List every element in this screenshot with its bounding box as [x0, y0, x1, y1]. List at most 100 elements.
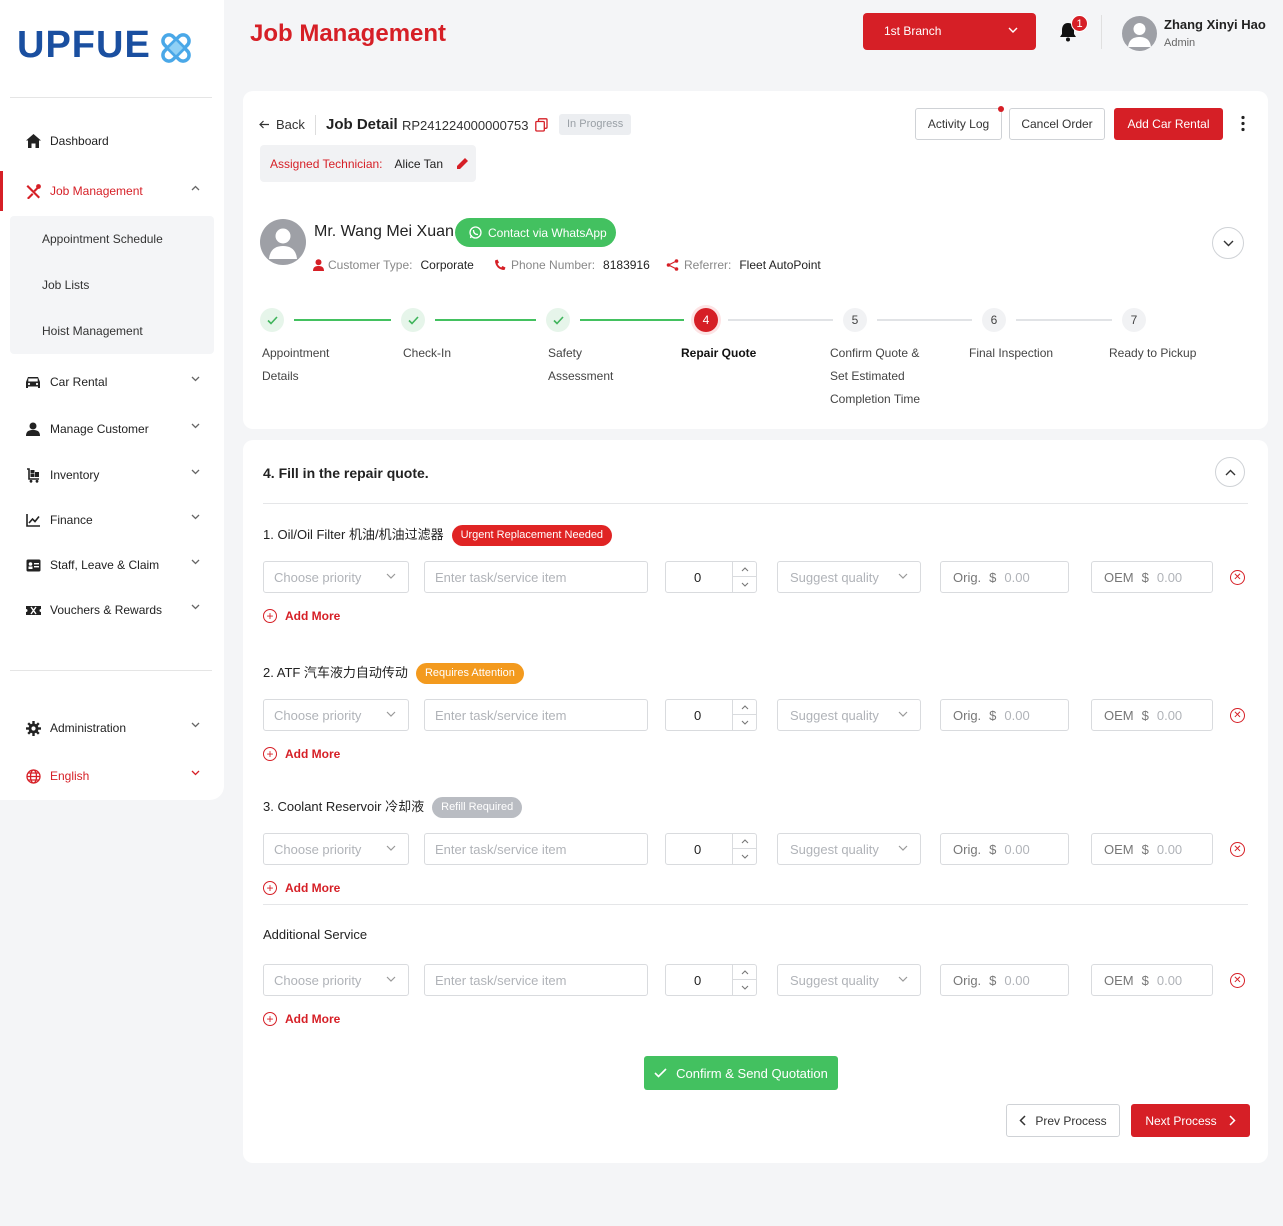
priority-select[interactable]: Choose priority [263, 833, 409, 865]
add-car-rental-button[interactable]: Add Car Rental [1114, 108, 1223, 140]
quantity-spinner[interactable] [732, 834, 756, 864]
quantity-spinner[interactable] [732, 700, 756, 730]
customer-name: Mr. Wang Mei Xuan [314, 223, 454, 240]
step-5-indicator[interactable]: 5 [843, 308, 867, 332]
quantity-stepper[interactable]: 0 [665, 561, 757, 593]
task-service-input[interactable]: Enter task/service item [424, 964, 648, 996]
chevron-down-icon [898, 976, 908, 982]
remove-item-icon[interactable]: ✕ [1230, 708, 1245, 723]
sidebar-item-language[interactable]: English [0, 756, 214, 796]
quality-select[interactable]: Suggest quality [777, 699, 921, 731]
add-more-button[interactable]: + Add More [263, 747, 340, 761]
orig-price-input[interactable]: Orig. $0.00 [940, 964, 1069, 996]
submenu-job-lists[interactable]: Job Lists [42, 278, 89, 292]
decrement-icon[interactable] [733, 849, 756, 864]
remove-item-icon[interactable]: ✕ [1230, 973, 1245, 988]
add-more-button[interactable]: + Add More [263, 881, 340, 895]
quantity-spinner[interactable] [732, 562, 756, 592]
expand-customer-button[interactable] [1212, 227, 1244, 259]
quantity-spinner[interactable] [732, 965, 756, 995]
copy-icon[interactable] [535, 118, 548, 132]
section-status-tag: Urgent Replacement Needed [451, 525, 613, 547]
quality-select[interactable]: Suggest quality [777, 561, 921, 593]
collapse-quote-button[interactable] [1215, 457, 1245, 487]
next-process-button[interactable]: Next Process [1131, 1104, 1250, 1137]
orig-price-input[interactable]: Orig. $0.00 [940, 699, 1069, 731]
sidebar-item-staff-leave-claim[interactable]: Staff, Leave & Claim [0, 545, 214, 585]
prev-process-label: Prev Process [1035, 1113, 1107, 1128]
quality-select[interactable]: Suggest quality [777, 833, 921, 865]
task-service-input[interactable]: Enter task/service item [424, 833, 648, 865]
section-status-tag: Refill Required [432, 797, 523, 819]
currency-symbol: $ [989, 972, 997, 988]
add-more-label: Add More [285, 609, 341, 623]
quantity-stepper[interactable]: 0 [665, 964, 757, 996]
step-3-indicator[interactable] [546, 308, 570, 332]
oem-price-input[interactable]: OEM $0.00 [1091, 964, 1213, 996]
oem-price-input[interactable]: OEM $0.00 [1091, 561, 1213, 593]
sidebar-item-finance[interactable]: Finance [0, 500, 214, 540]
decrement-icon[interactable] [733, 980, 756, 995]
confirm-send-quotation-button[interactable]: Confirm & Send Quotation [644, 1056, 838, 1090]
increment-icon[interactable] [733, 700, 756, 715]
prev-process-button[interactable]: Prev Process [1006, 1104, 1120, 1137]
currency-symbol: $ [1141, 841, 1149, 857]
check-icon [552, 315, 564, 325]
submenu-appointment-schedule[interactable]: Appointment Schedule [42, 232, 163, 246]
increment-icon[interactable] [733, 834, 756, 849]
quantity-value: 0 [694, 569, 702, 585]
quality-select[interactable]: Suggest quality [777, 964, 921, 996]
quantity-value: 0 [694, 707, 702, 723]
sidebar-item-dashboard[interactable]: Dashboard [0, 121, 214, 161]
step-label-line: Appointment [262, 346, 330, 360]
increment-icon[interactable] [733, 965, 756, 980]
decrement-icon[interactable] [733, 577, 756, 592]
whatsapp-label: Contact via WhatsApp [488, 225, 607, 240]
increment-icon[interactable] [733, 562, 756, 577]
submenu-hoist-management[interactable]: Hoist Management [42, 324, 143, 338]
sidebar-item-label: Car Rental [50, 375, 108, 389]
task-service-input[interactable]: Enter task/service item [424, 699, 648, 731]
branch-select[interactable]: 1st Branch [863, 13, 1036, 50]
remove-item-icon[interactable]: ✕ [1230, 842, 1245, 857]
sidebar-item-job-management[interactable]: Job Management [0, 171, 214, 211]
back-link[interactable]: Back [259, 117, 305, 132]
task-service-input[interactable]: Enter task/service item [424, 561, 648, 593]
sidebar-item-inventory[interactable]: Inventory [0, 455, 214, 495]
add-more-button[interactable]: + Add More [263, 609, 340, 623]
orig-price-input[interactable]: Orig. $0.00 [940, 833, 1069, 865]
step-connector [728, 319, 833, 321]
user-avatar[interactable] [1122, 16, 1157, 51]
oem-price-placeholder: 0.00 [1156, 707, 1183, 723]
step-4-indicator[interactable]: 4 [694, 308, 718, 332]
sidebar-item-car-rental[interactable]: Car Rental [0, 362, 214, 402]
remove-item-icon[interactable]: ✕ [1230, 570, 1245, 585]
edit-pencil-icon[interactable] [456, 157, 469, 170]
orig-price-input[interactable]: Orig. $0.00 [940, 561, 1069, 593]
step-6-indicator[interactable]: 6 [982, 308, 1006, 332]
job-number: RP241224000000753 [402, 118, 529, 133]
sidebar-item-manage-customer[interactable]: Manage Customer [0, 409, 214, 449]
cancel-order-button[interactable]: Cancel Order [1009, 108, 1105, 140]
oem-price-input[interactable]: OEM $0.00 [1091, 833, 1213, 865]
technician-label: Assigned Technician: [270, 156, 383, 171]
sidebar-item-vouchers-rewards[interactable]: Vouchers & Rewards [0, 590, 214, 630]
priority-select[interactable]: Choose priority [263, 699, 409, 731]
add-more-button[interactable]: + Add More [263, 1012, 340, 1026]
oem-price-input[interactable]: OEM $0.00 [1091, 699, 1213, 731]
priority-select[interactable]: Choose priority [263, 561, 409, 593]
step-2-indicator[interactable] [401, 308, 425, 332]
chevron-down-icon [1008, 27, 1018, 34]
activity-log-button[interactable]: Activity Log [915, 108, 1002, 140]
decrement-icon[interactable] [733, 715, 756, 730]
more-options-icon[interactable] [1241, 115, 1245, 132]
step-7-indicator[interactable]: 7 [1122, 308, 1146, 332]
contact-whatsapp-button[interactable]: Contact via WhatsApp [455, 218, 616, 247]
quantity-stepper[interactable]: 0 [665, 833, 757, 865]
logo[interactable]: UPFUE [17, 24, 195, 67]
step-1-indicator[interactable] [260, 308, 284, 332]
quantity-stepper[interactable]: 0 [665, 699, 757, 731]
phone-value: 8183916 [603, 258, 650, 272]
sidebar-item-administration[interactable]: Administration [0, 708, 214, 748]
priority-select[interactable]: Choose priority [263, 964, 409, 996]
